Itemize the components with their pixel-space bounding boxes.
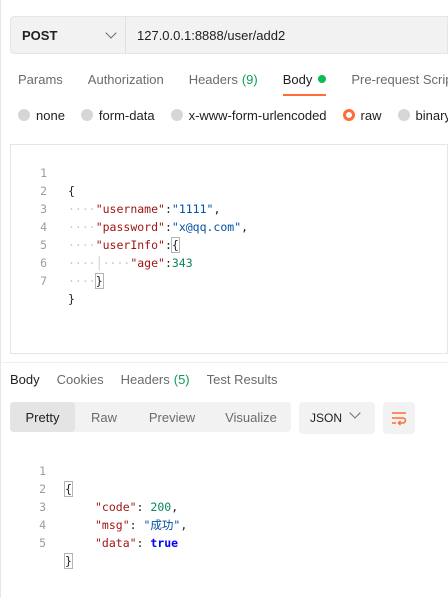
chevron-down-icon: [349, 407, 361, 419]
response-tab-body[interactable]: Body: [10, 370, 40, 388]
code-line: 6 ····}: [40, 256, 104, 289]
code-text: "data": true: [95, 536, 179, 550]
code-text: ····}: [68, 273, 104, 289]
response-tabs: Body Cookies Headers (5) Test Results: [10, 370, 294, 388]
tab-body[interactable]: Body: [282, 70, 327, 96]
tab-params[interactable]: Params: [18, 70, 63, 88]
green-dot-icon: [318, 75, 327, 83]
code-line: 4 ····"userInfo":{: [40, 220, 180, 253]
response-headers-count: (5): [173, 371, 190, 387]
radio-icon: [170, 109, 183, 121]
response-tab-test-results[interactable]: Test Results: [207, 370, 278, 388]
radio-none[interactable]: none: [18, 106, 65, 124]
url-input[interactable]: 127.0.0.1:8888/user/add2: [125, 16, 448, 54]
view-mode-visualize[interactable]: Visualize: [211, 402, 291, 432]
request-bar: POST 127.0.0.1:8888/user/add2: [10, 16, 448, 54]
code-line: 2 ····"username":"1111",: [40, 184, 221, 216]
code-line: 7 }: [40, 274, 75, 306]
response-tab-cookies[interactable]: Cookies: [57, 370, 104, 388]
tab-headers[interactable]: Headers (9): [189, 70, 258, 88]
radio-checked-icon: [342, 109, 355, 121]
view-mode-preview[interactable]: Preview: [133, 402, 211, 432]
tab-authorization[interactable]: Authorization: [88, 70, 164, 88]
body-type-options: none form-data x-www-form-urlencoded raw…: [18, 106, 448, 124]
chevron-down-icon: [105, 27, 117, 39]
view-mode-raw[interactable]: Raw: [75, 402, 133, 432]
code-line: 5 ····│····"age":343: [40, 238, 193, 270]
code-line: 2 "code": 200,: [39, 482, 179, 514]
wrap-lines-icon: [392, 412, 407, 426]
radio-x-www-form-urlencoded[interactable]: x-www-form-urlencoded: [170, 106, 327, 124]
response-body[interactable]: 1 { 2 "code": 200, 3 "msg": "成功", 4 "dat…: [10, 444, 448, 569]
headers-count: (9): [241, 71, 258, 87]
format-select[interactable]: JSON: [299, 402, 375, 434]
tab-pre-request-script[interactable]: Pre-request Script: [351, 70, 448, 88]
code-line: 1 {: [40, 166, 75, 198]
radio-raw[interactable]: raw: [342, 106, 382, 124]
wrap-lines-button[interactable]: [383, 402, 415, 434]
code-line: 4 "data": true: [39, 518, 179, 550]
code-line: 3 ····"password":"x@qq.com",: [40, 202, 249, 234]
window-left-border: [0, 0, 1, 598]
divider: [0, 362, 448, 363]
code-text: }: [64, 553, 73, 569]
view-mode-switcher: Pretty Raw Preview Visualize: [10, 402, 291, 432]
view-mode-pretty[interactable]: Pretty: [10, 402, 75, 432]
format-label: JSON: [310, 411, 343, 425]
code-line: 5 }: [39, 536, 73, 569]
response-tab-headers[interactable]: Headers (5): [121, 370, 190, 388]
radio-icon: [397, 109, 410, 121]
radio-icon: [18, 109, 30, 121]
code-text: }: [68, 292, 75, 306]
radio-binary[interactable]: binary: [397, 106, 448, 124]
code-line: 1 {: [39, 464, 73, 497]
method-label: POST: [22, 27, 58, 43]
radio-form-data[interactable]: form-data: [80, 106, 155, 124]
radio-icon: [80, 109, 93, 121]
request-body-editor[interactable]: 1 { 2 ····"username":"1111", 3 ····"pass…: [10, 144, 448, 354]
request-tabs: Params Authorization Headers (9) Body Pr…: [18, 70, 448, 96]
method-select[interactable]: POST: [10, 16, 125, 54]
code-line: 3 "msg": "成功",: [39, 500, 188, 532]
